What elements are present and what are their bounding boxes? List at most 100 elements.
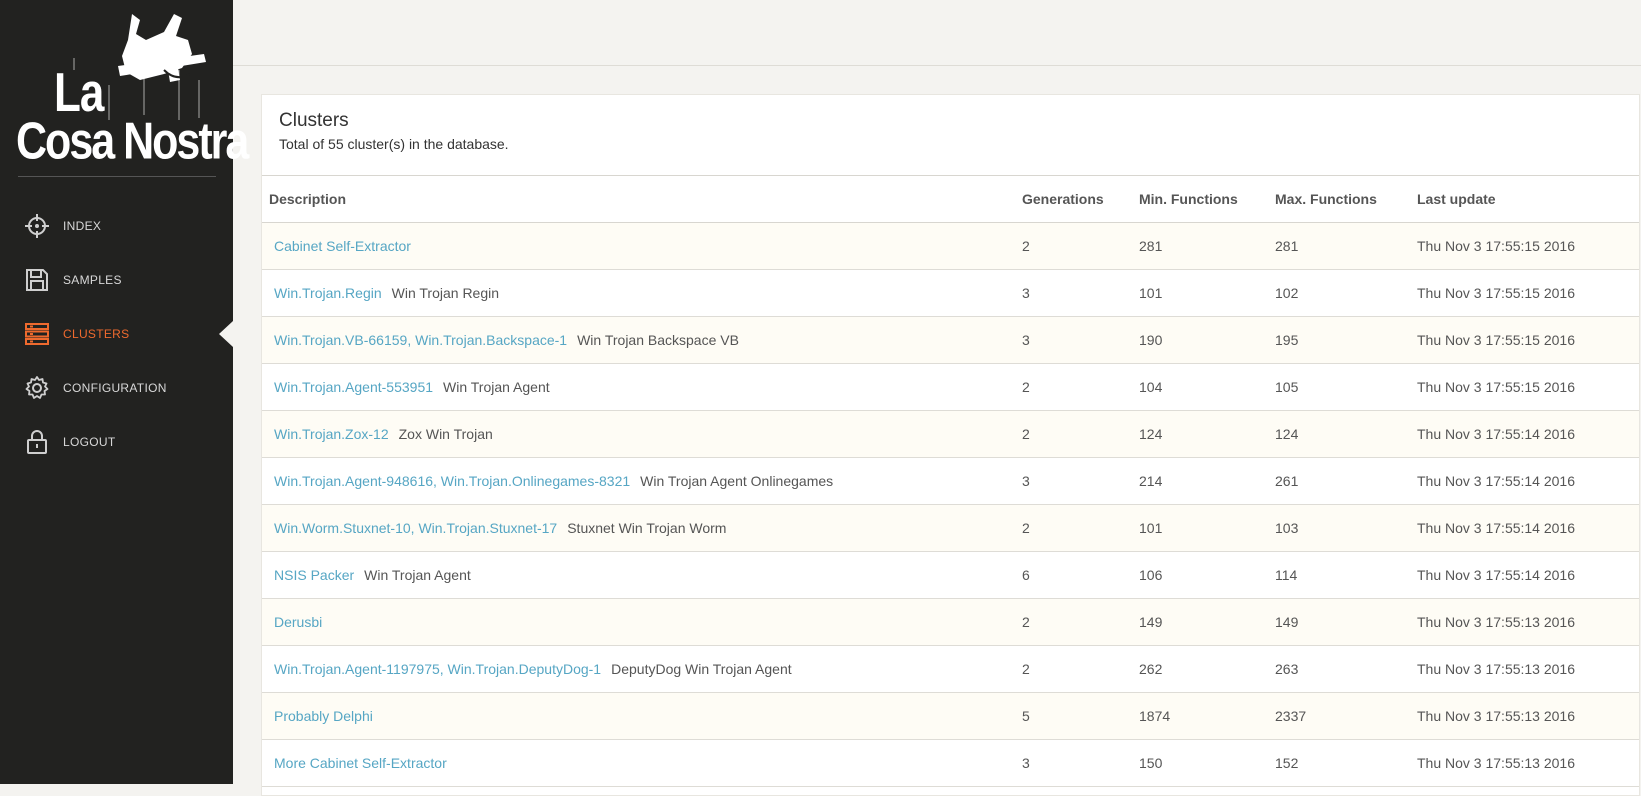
cluster-tags: Win Trojan Regin: [391, 285, 500, 301]
cell-generations: 2: [1022, 379, 1030, 395]
cell-min-functions: 101: [1139, 520, 1163, 536]
table-row: Probably Delphi 5 1874 2337 Thu Nov 3 17:55:…: [262, 693, 1639, 740]
cell-last-update: Thu Nov 3 17:55:14 2016: [1417, 567, 1576, 583]
cluster-link[interactable]: Win.Trojan.Regin: [274, 285, 382, 301]
cell-description: Win.Trojan.Agent-553951 Win Trojan Agent: [274, 379, 550, 395]
table-row: Win.Trojan.Zox-12 Zox Win Trojan 2 124 124 Th…: [262, 411, 1639, 458]
nav-label-samples: SAMPLES: [63, 273, 122, 287]
cell-max-functions: 105: [1275, 379, 1299, 395]
cell-description: Cabinet Self-Extractor: [274, 238, 411, 254]
cell-max-functions: 103: [1275, 520, 1299, 536]
nav-item-logout[interactable]: LOGOUT: [0, 415, 233, 469]
cell-max-functions: 102: [1275, 285, 1299, 301]
table-row: Cabinet Self-Extractor 2 281 281 Thu Nov 3 1…: [262, 223, 1639, 270]
cell-min-functions: 124: [1139, 426, 1163, 442]
page-title: Clusters: [279, 110, 349, 131]
cell-max-functions: 152: [1275, 755, 1299, 771]
nav-menu: INDEX SAMPLES CLUSTERS CONFIGURATION LOG…: [0, 199, 233, 469]
cell-min-functions: 106: [1139, 567, 1163, 583]
cell-description: Win.Trojan.Agent-948616, Win.Trojan.Onli…: [274, 473, 833, 489]
cell-max-functions: 263: [1275, 661, 1299, 677]
cluster-link[interactable]: Win.Trojan.Agent-1197975, Win.Trojan.Dep…: [274, 661, 601, 677]
cell-min-functions: 149: [1139, 614, 1163, 630]
cell-min-functions: 262: [1139, 661, 1163, 677]
cell-generations: 2: [1022, 614, 1030, 630]
nav-item-index[interactable]: INDEX: [0, 199, 233, 253]
cell-last-update: Thu Nov 3 17:55:15 2016: [1417, 285, 1576, 301]
cell-min-functions: 150: [1139, 755, 1163, 771]
cell-generations: 2: [1022, 661, 1030, 677]
logo-text-line2: Cosa Nostra: [16, 113, 249, 171]
header-generations[interactable]: Generations: [1022, 191, 1104, 207]
nav-label-configuration: CONFIGURATION: [63, 381, 167, 395]
cell-generations: 3: [1022, 473, 1030, 489]
table-row: Win.Trojan.Agent-553951 Win Trojan Agent 2…: [262, 364, 1639, 411]
cluster-link[interactable]: Win.Trojan.Zox-12: [274, 426, 389, 442]
cell-generations: 2: [1022, 520, 1030, 536]
cluster-tags: Win Trojan Backspace VB: [577, 332, 739, 348]
cluster-link[interactable]: More Cabinet Self-Extractor: [274, 755, 447, 771]
cell-last-update: Thu Nov 3 17:55:14 2016: [1417, 473, 1576, 489]
sidebar-divider: [18, 176, 216, 177]
header-max-functions[interactable]: Max. Functions: [1275, 191, 1377, 207]
header-last-update[interactable]: Last update: [1417, 191, 1496, 207]
cell-last-update: Thu Nov 3 17:55:13 2016: [1417, 708, 1576, 724]
cell-min-functions: 1874: [1139, 708, 1171, 724]
clusters-panel: Clusters Total of 55 cluster(s) in the d…: [261, 94, 1640, 796]
cluster-tags: Zox Win Trojan: [398, 426, 493, 442]
nav-item-configuration[interactable]: CONFIGURATION: [0, 361, 233, 415]
cluster-tags: DeputyDog Win Trojan Agent: [611, 661, 792, 677]
cluster-link[interactable]: NSIS Packer: [274, 567, 354, 583]
cluster-tags: Win Trojan Agent Onlinegames: [640, 473, 834, 489]
server-stack-icon: [24, 321, 50, 347]
nav-item-clusters[interactable]: CLUSTERS: [0, 307, 233, 361]
cell-generations: 2: [1022, 426, 1030, 442]
cell-last-update: Thu Nov 3 17:55:15 2016: [1417, 332, 1576, 348]
cell-generations: 2: [1022, 238, 1030, 254]
cluster-link[interactable]: Derusbi: [274, 614, 322, 630]
cluster-link[interactable]: Cabinet Self-Extractor: [274, 238, 411, 254]
nav-item-samples[interactable]: SAMPLES: [0, 253, 233, 307]
cluster-count: Total of 55 cluster(s) in the database.: [279, 136, 509, 152]
cell-description: Win.Trojan.Regin Win Trojan Regin: [274, 285, 499, 301]
cell-last-update: Thu Nov 3 17:55:13 2016: [1417, 661, 1576, 677]
cell-generations: 3: [1022, 332, 1030, 348]
cluster-link[interactable]: Win.Worm.Stuxnet-10, Win.Trojan.Stuxnet-…: [274, 520, 557, 536]
cell-min-functions: 281: [1139, 238, 1163, 254]
sidebar: La Cosa Nostra INDEX SAMPLES CLUSTERS CO…: [0, 0, 249, 784]
nav-label-index: INDEX: [63, 219, 102, 233]
table-row: Win.Worm.Stuxnet-10, Win.Trojan.Stuxnet-…: [262, 505, 1639, 552]
cell-last-update: Thu Nov 3 17:55:13 2016: [1417, 755, 1576, 771]
cell-last-update: Thu Nov 3 17:55:14 2016: [1417, 426, 1576, 442]
cluster-link[interactable]: Win.Trojan.Agent-553951: [274, 379, 433, 395]
cell-max-functions: 2337: [1275, 708, 1307, 724]
cluster-link[interactable]: Probably Delphi: [274, 708, 373, 724]
cell-generations: 5: [1022, 708, 1030, 724]
header-description[interactable]: Description: [269, 191, 346, 207]
nav-label-clusters: CLUSTERS: [63, 327, 130, 341]
table-header: Description Generations Min. Functions M…: [262, 176, 1639, 223]
header-min-functions[interactable]: Min. Functions: [1139, 191, 1238, 207]
crosshair-icon: [24, 213, 50, 239]
logo[interactable]: La Cosa Nostra: [14, 10, 249, 171]
table-row: Win.Trojan.Agent-948616, Win.Trojan.Onli…: [262, 458, 1639, 505]
cluster-link[interactable]: Win.Trojan.VB-66159, Win.Trojan.Backspac…: [274, 332, 567, 348]
cell-max-functions: 281: [1275, 238, 1299, 254]
table-row: NSIS Packer Win Trojan Agent 6 106 114 Thu No…: [262, 552, 1639, 599]
table-row: Derusbi 2 149 149 Thu Nov 3 17:55:13 2016: [262, 599, 1639, 646]
table-row: Win.Trojan.VB-66159, Win.Trojan.Backspac…: [262, 317, 1639, 364]
cell-description: Derusbi: [274, 614, 322, 630]
table-row: More Cabinet Self-Extractor 3 150 152 Thu No…: [262, 740, 1639, 787]
cell-generations: 6: [1022, 567, 1030, 583]
cell-description: Probably Delphi: [274, 708, 373, 724]
cell-description: Win.Trojan.Zox-12 Zox Win Trojan: [274, 426, 493, 442]
cluster-link[interactable]: Win.Trojan.Agent-948616, Win.Trojan.Onli…: [274, 473, 630, 489]
cell-generations: 3: [1022, 755, 1030, 771]
cell-min-functions: 104: [1139, 379, 1163, 395]
active-pointer: [219, 321, 233, 347]
cell-last-update: Thu Nov 3 17:55:14 2016: [1417, 520, 1576, 536]
lock-icon: [24, 429, 50, 455]
cell-max-functions: 149: [1275, 614, 1299, 630]
cell-min-functions: 214: [1139, 473, 1163, 489]
clusters-table: Description Generations Min. Functions M…: [262, 175, 1639, 787]
